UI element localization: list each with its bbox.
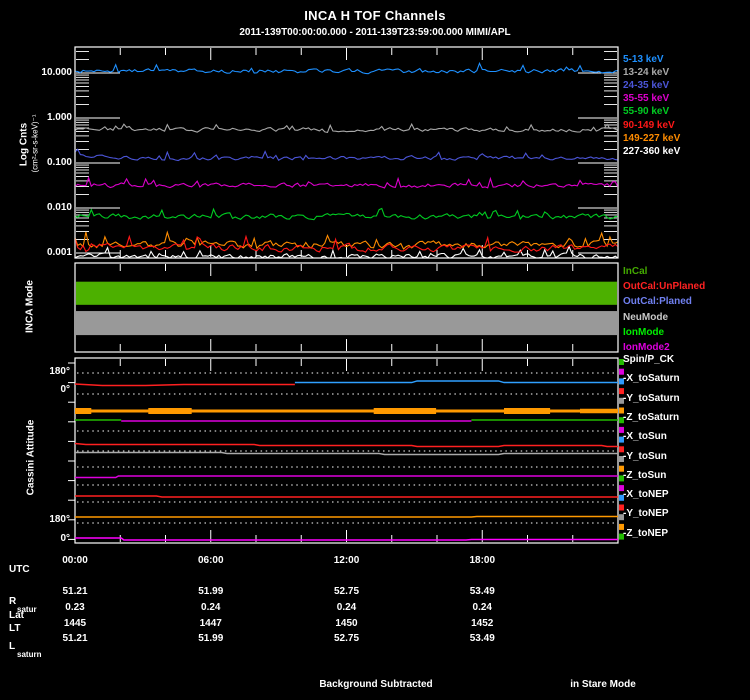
ephemeris-value: 52.75 (333, 633, 360, 644)
mode-y-axis-label: INCA Mode (24, 280, 36, 333)
tof-y-axis-label: Log Cnts (18, 122, 30, 167)
legend-item: 90-149 keV (623, 119, 675, 131)
legend-item: -X_toNEP (623, 489, 669, 501)
ephemeris-value: 0.24 (201, 602, 221, 613)
ephemeris-value: 51.21 (62, 633, 88, 644)
legend-item: -Z_toSun (623, 469, 667, 481)
tof-y-axis-units: (cm²-sr-s-keV)⁻¹ (30, 114, 40, 173)
tof-y-tick: 0.001 (46, 247, 72, 258)
ephemeris-value: 51.21 (62, 586, 88, 597)
legend-item: 5-13 keV (623, 54, 664, 65)
legend-item: -Z_toNEP (623, 527, 668, 539)
legend-item: NeuMode (623, 311, 668, 323)
ephemeris-value: 1450 (335, 618, 358, 629)
inca-tof-plot: INCA H TOF Channels 2011-139T00:00:00.00… (0, 0, 750, 700)
ephemeris-value: 52.75 (333, 586, 360, 597)
ephemeris-row-label: L (9, 641, 16, 652)
tof-y-tick: 1.000 (46, 112, 72, 123)
utc-tick: 06:00 (197, 555, 224, 566)
legend-item: -Y_toNEP (623, 508, 669, 520)
tof-y-tick: 10.000 (41, 67, 72, 78)
page-title: INCA H TOF Channels (304, 8, 446, 23)
legend-item: 13-24 keV (623, 67, 670, 79)
footer-background-subtracted: Background Subtracted (319, 679, 433, 690)
utc-tick: 18:00 (469, 555, 496, 566)
legend-item: IonMode (623, 326, 665, 338)
ephemeris-row-label-sub: saturn (17, 650, 42, 659)
ephemeris-value: 53.49 (469, 586, 495, 597)
ephemeris-value: 1447 (199, 618, 222, 629)
attitude-y-tick: 180° (49, 366, 70, 377)
utc-tick: 00:00 (62, 555, 88, 566)
attitude-y-tick: 0° (60, 533, 70, 544)
legend-item: InCal (623, 266, 648, 277)
legend-item: 35-55 keV (623, 93, 670, 105)
ephemeris-value: 1445 (63, 618, 87, 629)
attitude-y-axis-label: Cassini Attitude (25, 419, 37, 496)
legend-item: IonMode2 (623, 342, 670, 353)
legend-item: -Z_toSaturn (623, 411, 680, 423)
legend-item: 55-90 keV (623, 106, 670, 118)
legend-item: -X_toSun (623, 431, 667, 443)
legend-item: -X_toSaturn (623, 373, 680, 385)
ephemeris-value: 0.24 (472, 602, 492, 613)
utc-tick: 12:00 (333, 555, 360, 566)
legend-item: OutCal:UnPlaned (623, 281, 706, 293)
attitude-y-tick: 180° (49, 514, 70, 525)
tof-y-tick: 0.010 (46, 202, 72, 213)
ephemeris-value: 51.99 (198, 633, 224, 644)
footer-stare-mode: in Stare Mode (570, 679, 636, 690)
ephemeris-row-label: Lat (9, 610, 24, 621)
legend-item: 227-360 keV (623, 145, 681, 157)
ephemeris-value: 53.49 (469, 633, 495, 644)
legend-item: Spin/P_CK (623, 354, 675, 365)
ephemeris-row-label: LT (9, 623, 21, 634)
legend-item: 24-35 keV (623, 80, 670, 92)
utc-row-label: UTC (9, 564, 30, 575)
tof-y-tick: 0.100 (46, 157, 72, 168)
ephemeris-row-label: R (9, 596, 17, 607)
ephemeris-value: 51.99 (198, 586, 224, 597)
ephemeris-value: 0.24 (336, 602, 357, 613)
plot-subtitle: 2011-139T00:00:00.000 - 2011-139T23:59:0… (239, 27, 511, 38)
legend-item: 149-227 keV (623, 132, 681, 144)
ephemeris-value: 0.23 (65, 602, 85, 613)
legend-item: -Y_toSaturn (623, 392, 680, 404)
legend-item: OutCal:Planed (623, 296, 692, 308)
legend-item: -Y_toSun (623, 450, 667, 462)
attitude-y-tick: 0° (60, 384, 70, 395)
ephemeris-value: 1452 (471, 618, 494, 629)
